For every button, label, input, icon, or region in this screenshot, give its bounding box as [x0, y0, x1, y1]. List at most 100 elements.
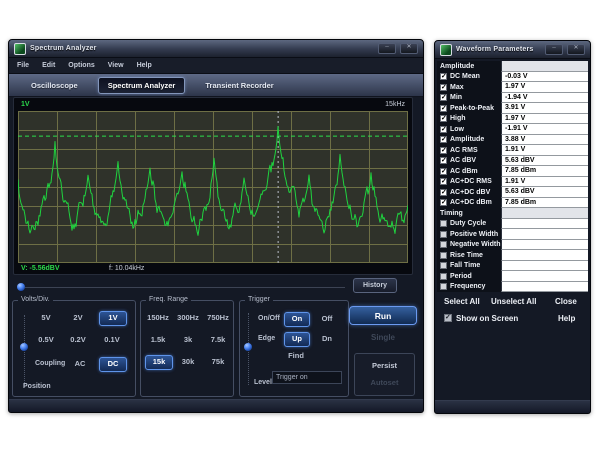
checkbox-dc-mean[interactable]: [440, 73, 447, 80]
param-label-cell: Max: [437, 82, 501, 93]
history-button[interactable]: History: [353, 278, 397, 293]
freqrange-option-15k[interactable]: 15k: [145, 355, 173, 370]
param-label: Min: [450, 94, 462, 101]
trigger-up-button[interactable]: Up: [284, 332, 310, 347]
checkbox-ac-dbm[interactable]: [440, 168, 447, 175]
checkbox-ac-dbv[interactable]: [440, 157, 447, 164]
param-row-amplitude: Amplitude3.88 V: [437, 135, 588, 146]
freqrange-option-3k[interactable]: 3k: [175, 333, 201, 346]
param-label: Max: [450, 84, 464, 91]
menu-options[interactable]: Options: [68, 62, 94, 69]
run-button[interactable]: Run: [349, 306, 417, 325]
spectrum-canvas[interactable]: [18, 111, 408, 263]
checkbox-ac-dc-dbm[interactable]: [440, 199, 447, 206]
unselect-all-button[interactable]: Unselect All: [491, 297, 537, 306]
voltsdiv-option-0-2v[interactable]: 0.2V: [65, 333, 91, 346]
close-button[interactable]: Close: [555, 297, 577, 306]
single-button[interactable]: Single: [349, 333, 417, 342]
voltsdiv-option-5v[interactable]: 5V: [33, 311, 59, 324]
freqrange-option-7-5k[interactable]: 7.5k: [205, 333, 231, 346]
voltsdiv-option-0-1v[interactable]: 0.1V: [99, 333, 125, 346]
trigger-find-button[interactable]: Find: [280, 349, 312, 362]
param-label: DC Mean: [450, 73, 480, 80]
persist-button[interactable]: Persist: [355, 361, 414, 370]
voltsdiv-option-2v[interactable]: 2V: [65, 311, 91, 324]
section-header-value-cell: [501, 61, 588, 72]
checkbox-peak-to-peak[interactable]: [440, 105, 447, 112]
params-minimize-icon[interactable]: [545, 44, 563, 55]
param-value: 1.91 V: [501, 145, 588, 156]
section-header-amplitude: Amplitude: [437, 61, 588, 72]
param-label: AC RMS: [450, 147, 478, 154]
position-label: Position: [23, 383, 51, 390]
param-row-fall-time: Fall Time: [437, 261, 588, 272]
persist-autoset-panel: Persist Autoset: [354, 353, 415, 396]
coupling-option-ac[interactable]: AC: [69, 357, 91, 370]
help-button[interactable]: Help: [558, 314, 575, 323]
select-all-button[interactable]: Select All: [444, 297, 480, 306]
cursor-voltage-readout: V: -5.56dBV: [21, 265, 60, 272]
coupling-option-dc[interactable]: DC: [99, 357, 127, 372]
freqrange-option-30k[interactable]: 30k: [175, 355, 201, 368]
param-label-cell: Peak-to-Peak: [437, 103, 501, 114]
main-title-bar[interactable]: Spectrum Analyzer: [9, 40, 423, 58]
param-label: AC dBV: [450, 157, 476, 164]
freqrange-option-75k[interactable]: 75k: [205, 355, 231, 368]
menu-file[interactable]: File: [17, 62, 29, 69]
spectrum-plot: 1V 15kHz V: -5.56dBV f: 10.04kHz: [13, 97, 413, 275]
waveform-parameters-window: Waveform Parameters AmplitudeDC Mean-0.0…: [434, 40, 591, 414]
checkbox-high[interactable]: [440, 115, 447, 122]
params-title-bar[interactable]: Waveform Parameters: [435, 41, 590, 59]
checkbox-fall-time[interactable]: [440, 262, 447, 269]
param-label: Low: [450, 126, 464, 133]
tab-oscilloscope[interactable]: Oscilloscope: [27, 78, 82, 93]
trigger-on-button[interactable]: On: [284, 312, 310, 327]
checkbox-positive-width[interactable]: [440, 231, 447, 238]
show-on-screen-checkbox[interactable]: [444, 314, 452, 322]
checkbox-negative-width[interactable]: [440, 241, 447, 248]
param-label-cell: AC dBm: [437, 166, 501, 177]
trigger-level-slider-handle[interactable]: [244, 343, 252, 351]
checkbox-min[interactable]: [440, 94, 447, 101]
param-label: Period: [450, 273, 472, 280]
position-slider-handle[interactable]: [17, 283, 25, 291]
trigger-off-button[interactable]: Off: [316, 312, 338, 325]
voltsdiv-option-1v[interactable]: 1V: [99, 311, 127, 326]
params-bottom-strip: [435, 400, 590, 413]
show-on-screen-label: Show on Screen: [456, 314, 518, 323]
menu-edit[interactable]: Edit: [42, 62, 55, 69]
menu-help[interactable]: Help: [137, 62, 152, 69]
checkbox-period[interactable]: [440, 273, 447, 280]
trigger-dn-button[interactable]: Dn: [316, 332, 338, 345]
menu-view[interactable]: View: [108, 62, 124, 69]
param-value: [501, 271, 588, 282]
checkbox-ac-dc-rms[interactable]: [440, 178, 447, 185]
volts-offset-slider-handle[interactable]: [20, 343, 28, 351]
checkbox-low[interactable]: [440, 126, 447, 133]
checkbox-duty-cycle[interactable]: [440, 220, 447, 227]
freqrange-option-750hz[interactable]: 750Hz: [205, 311, 231, 324]
params-close-icon[interactable]: [567, 44, 585, 55]
param-row-peak-to-peak: Peak-to-Peak3.91 V: [437, 103, 588, 114]
freqrange-option-150hz[interactable]: 150Hz: [145, 311, 171, 324]
param-label-cell: Fall Time: [437, 261, 501, 272]
tab-spectrum-analyzer[interactable]: Spectrum Analyzer: [98, 77, 186, 94]
volts-offset-slider-track: [24, 315, 25, 387]
checkbox-max[interactable]: [440, 84, 447, 91]
checkbox-frequency[interactable]: [440, 283, 447, 290]
freqrange-option-300hz[interactable]: 300Hz: [175, 311, 201, 324]
freqrange-option-1-5k[interactable]: 1.5k: [145, 333, 171, 346]
param-row-positive-width: Positive Width: [437, 229, 588, 240]
section-header-timing: Timing: [437, 208, 588, 219]
close-icon[interactable]: [400, 43, 418, 54]
voltsdiv-option-0-5v[interactable]: 0.5V: [33, 333, 59, 346]
autoset-button[interactable]: Autoset: [355, 378, 414, 387]
trigger-level-input[interactable]: [272, 371, 342, 384]
checkbox-rise-time[interactable]: [440, 252, 447, 259]
checkbox-ac-rms[interactable]: [440, 147, 447, 154]
param-value: 1.97 V: [501, 82, 588, 93]
tab-transient-recorder[interactable]: Transient Recorder: [201, 78, 277, 93]
checkbox-ac-dc-dbv[interactable]: [440, 189, 447, 196]
checkbox-amplitude[interactable]: [440, 136, 447, 143]
minimize-icon[interactable]: [378, 43, 396, 54]
